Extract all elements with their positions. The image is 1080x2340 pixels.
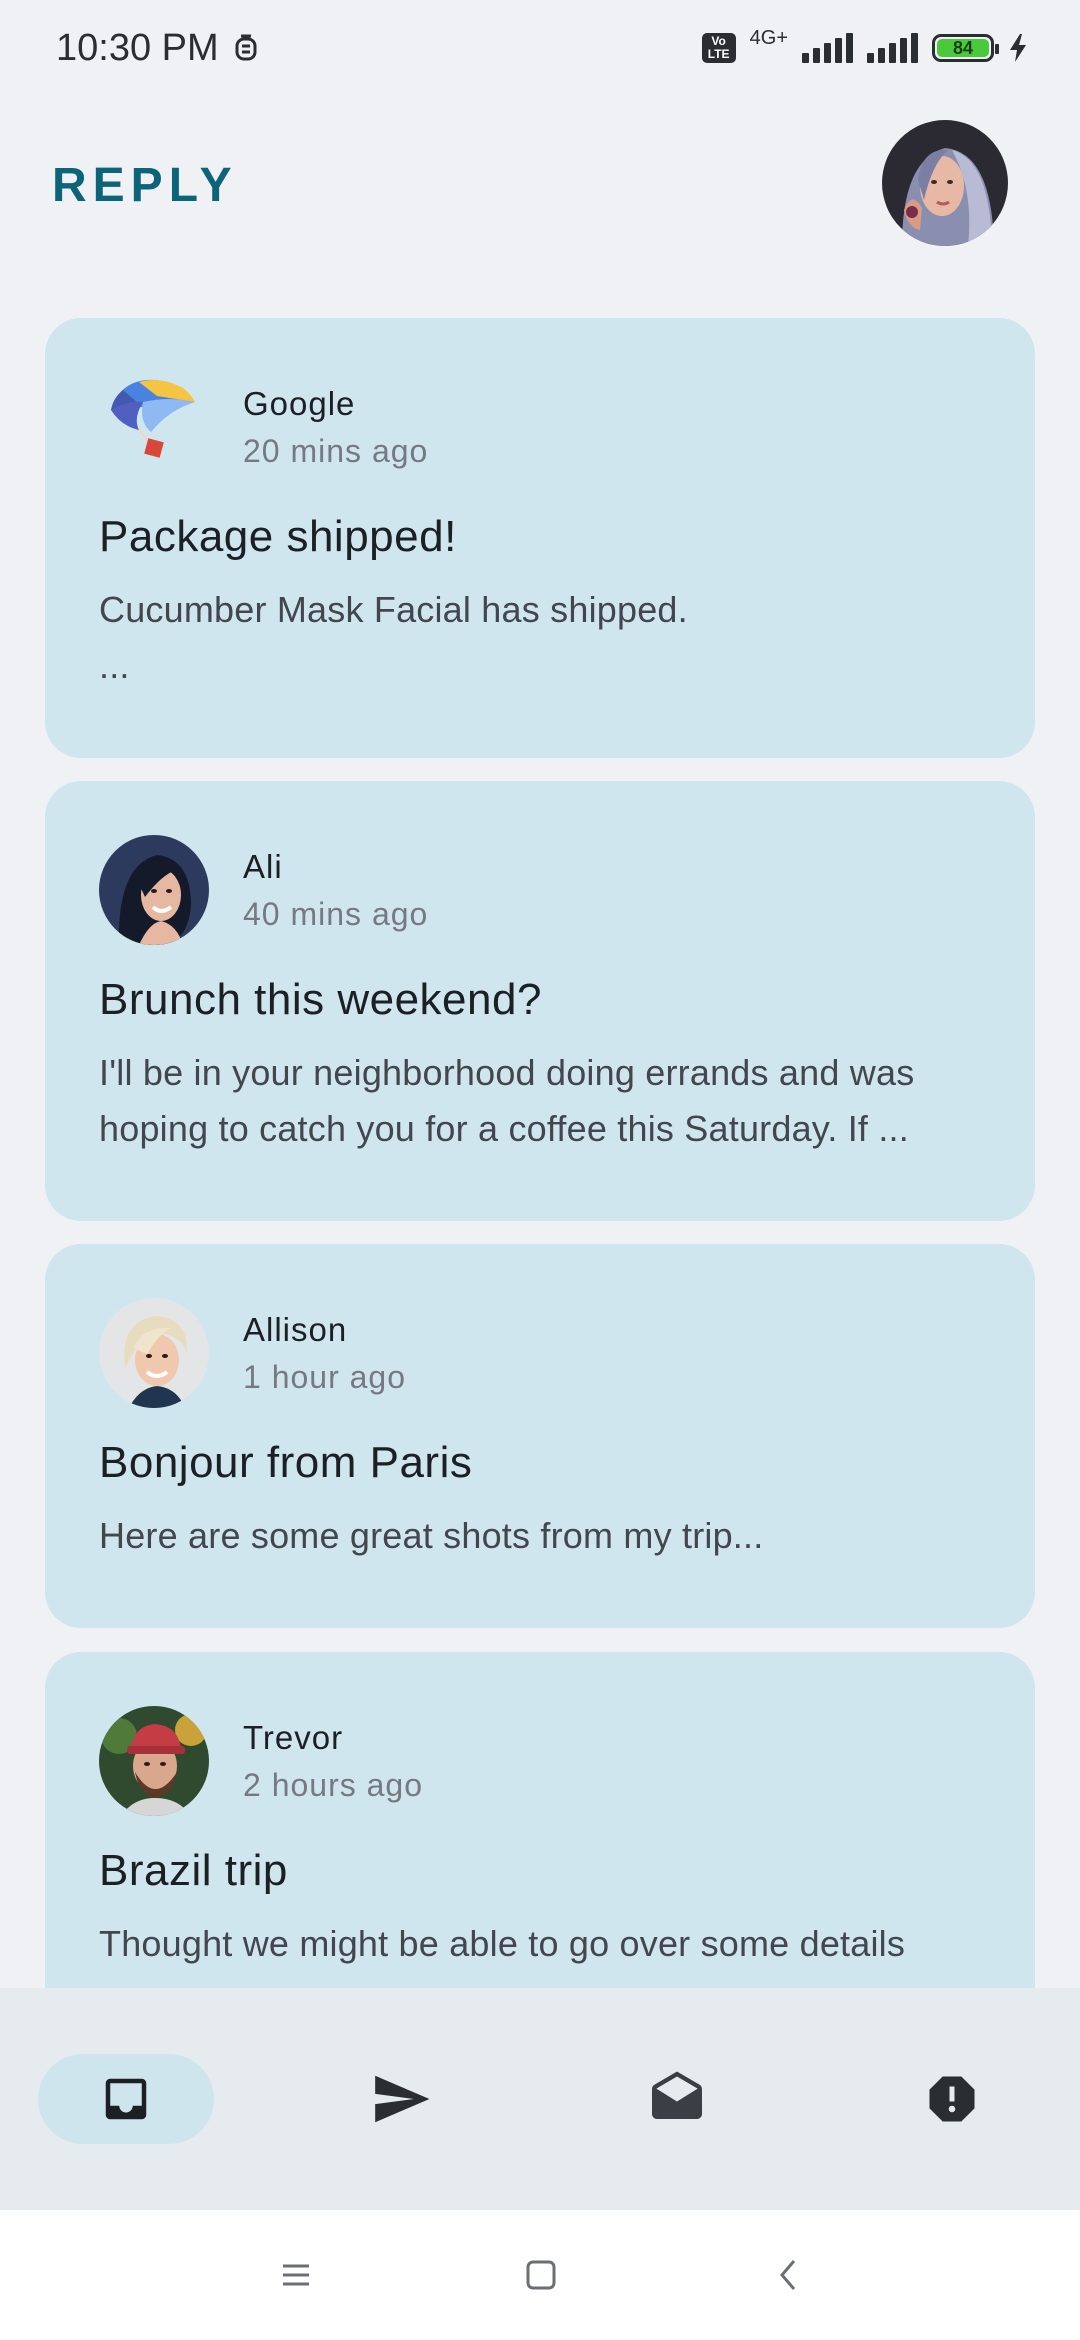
drafts-icon [652,2071,702,2119]
battery-icon: 84 [932,34,999,62]
nav-spam[interactable] [864,2054,1040,2144]
email-subject: Brunch this weekend? [99,975,542,1024]
email-card[interactable]: Trevor 2 hours ago Brazil trip Thought w… [45,1652,1035,1988]
email-preview: Cucumber Mask Facial has shipped. ... [99,589,688,686]
status-time-group: 10:30 PM [56,27,259,70]
app-title: REPLY [52,159,238,212]
email-time: 1 hour ago [243,1358,407,1395]
send-icon [375,2075,430,2123]
signal-icon [867,33,918,63]
email-time: 2 hours ago [243,1766,424,1803]
menu-icon [283,2264,309,2286]
inbox-icon [105,2078,147,2120]
charging-icon [1010,34,1026,62]
sender-name: Allison [243,1310,348,1348]
report-icon [929,2076,975,2122]
email-card[interactable]: Allison 1 hour ago Bonjour from Paris He… [45,1244,1035,1628]
back-chevron-icon [780,2260,796,2290]
nav-sent[interactable] [313,2054,489,2144]
sender-name: Google [243,384,356,422]
recents-button[interactable] [236,2210,356,2340]
sender-avatar [99,372,209,482]
email-subject: Package shipped! [99,512,457,561]
email-preview: Here are some great shots from my trip..… [99,1515,764,1556]
email-preview: Thought we might be able to go over some… [99,1923,906,1964]
bottom-navigation [0,1988,1080,2210]
battery-level: 84 [937,38,989,58]
email-list[interactable]: Google 20 mins ago Package shipped! Cucu… [45,318,1035,1988]
sender-meta: Ali 40 mins ago [243,848,428,933]
email-subject: Brazil trip [99,1846,288,1895]
nav-drafts[interactable] [589,2054,765,2144]
sender-avatar [99,835,209,945]
sender-meta: Google 20 mins ago [243,385,428,470]
sender-name: Trevor [243,1718,344,1756]
sender-meta: Trevor 2 hours ago [243,1719,423,1804]
email-header: Google 20 mins ago [99,372,981,482]
volte-icon: Vo LTE [701,33,736,63]
sender-meta: Allison 1 hour ago [243,1311,406,1396]
nav-inbox[interactable] [38,2054,214,2144]
sender-name: Ali [243,847,283,885]
email-time: 20 mins ago [243,432,429,469]
alarm-icon [235,34,257,61]
email-header: Allison 1 hour ago [99,1298,981,1408]
email-header: Ali 40 mins ago [99,835,981,945]
email-subject: Bonjour from Paris [99,1438,473,1487]
email-header: Trevor 2 hours ago [99,1706,981,1816]
back-button[interactable] [728,2210,848,2340]
email-card[interactable]: Ali 40 mins ago Brunch this weekend? I'l… [45,781,1035,1221]
status-bar: 10:30 PM Vo LTE 4G+ 84 [0,0,1080,96]
email-card[interactable]: Google 20 mins ago Package shipped! Cucu… [45,318,1035,758]
clock: 10:30 PM [56,26,219,69]
sender-avatar [99,1706,209,1816]
signal-icon [802,33,853,63]
home-square-icon [526,2260,556,2290]
status-indicators: Vo LTE 4G+ 84 [701,27,1028,63]
email-time: 40 mins ago [243,895,429,932]
email-preview: I'll be in your neighborhood doing erran… [99,1052,915,1149]
sender-avatar [99,1298,209,1408]
home-button[interactable] [481,2210,601,2340]
system-navigation-bar [0,2210,1080,2340]
network-type: 4G+ [749,26,788,49]
profile-avatar[interactable] [882,120,1008,246]
